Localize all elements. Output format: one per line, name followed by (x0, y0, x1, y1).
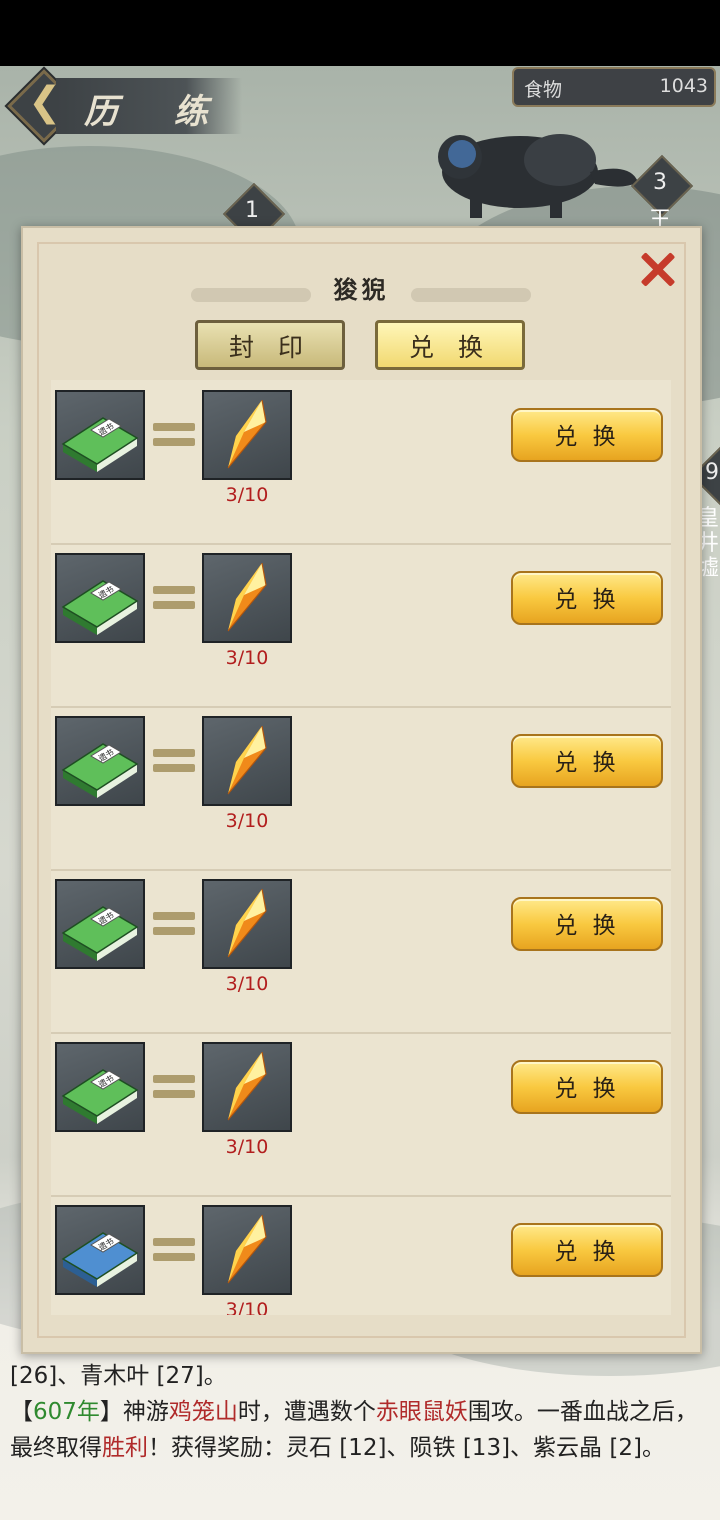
exchange-row: 遗书 3/10 兑 换 (51, 869, 671, 1034)
crystal-item-slot[interactable] (202, 553, 292, 643)
exchange-row: 遗书 3/10 兑 换 (51, 1032, 671, 1197)
dialog-title: 狻猊 (333, 275, 390, 304)
crystal-shard-icon (227, 562, 267, 632)
log-bracket: 【 (10, 1399, 33, 1425)
log-line: [26]、青木叶 [27]。 (10, 1363, 227, 1389)
exchange-button[interactable]: 兑 换 (511, 571, 663, 625)
item-count: 3/10 (225, 973, 269, 995)
item-count: 3/10 (225, 1136, 269, 1158)
close-button[interactable] (635, 248, 679, 292)
log-enemy: 赤眼鼠妖 (375, 1399, 468, 1425)
crystal-shard-icon (227, 1051, 267, 1121)
exchange-list[interactable]: 遗书 3/10 兑 换 遗书 3/10 兑 换 遗书 3/10 兑 换 遗书 3… (51, 380, 671, 1315)
status-bar (0, 0, 720, 66)
tab-exchange[interactable]: 兑 换 (375, 320, 525, 370)
log-text: 时，遭遇数个 (237, 1399, 376, 1425)
book-item-slot[interactable]: 遗书 (55, 1205, 145, 1295)
food-label: 食物 (524, 79, 563, 101)
book-item-slot[interactable]: 遗书 (55, 1042, 145, 1132)
book-icon: 遗书 (61, 1069, 139, 1124)
item-count: 3/10 (225, 647, 269, 669)
crystal-shard-icon (227, 725, 267, 795)
exchange-row: 遗书 3/10 兑 换 (51, 706, 671, 871)
map-node-1-number: 1 (245, 198, 259, 223)
crystal-item-slot[interactable] (202, 716, 292, 806)
crystal-shard-icon (227, 888, 267, 958)
book-icon: 遗书 (61, 906, 139, 961)
page-title: 历 练 (84, 92, 230, 132)
log-bracket: 】 (99, 1399, 123, 1425)
book-icon: 遗书 (61, 743, 139, 798)
equals-sign (153, 423, 195, 447)
book-icon: 遗书 (61, 1232, 139, 1287)
book-icon: 遗书 (61, 417, 139, 472)
book-item-slot[interactable]: 遗书 (55, 553, 145, 643)
equals-sign (153, 1075, 195, 1099)
item-count: 3/10 (225, 484, 269, 506)
crystal-item-slot[interactable] (202, 1205, 292, 1295)
exchange-button[interactable]: 兑 换 (511, 734, 663, 788)
exchange-button[interactable]: 兑 换 (511, 408, 663, 462)
crystal-item-slot[interactable] (202, 879, 292, 969)
log-place: 鸡笼山 (168, 1399, 238, 1425)
book-icon: 遗书 (61, 580, 139, 635)
log-result: 胜利 (102, 1435, 148, 1461)
book-item-slot[interactable]: 遗书 (55, 716, 145, 806)
crystal-item-slot[interactable] (202, 390, 292, 480)
item-count: 3/10 (225, 810, 269, 832)
equals-sign (153, 586, 195, 610)
exchange-button[interactable]: 兑 换 (511, 897, 663, 951)
tab-seal[interactable]: 封 印 (195, 320, 345, 370)
adventure-log: [26]、青木叶 [27]。 【607年】神游鸡笼山时，遭遇数个赤眼鼠妖围攻。一… (10, 1358, 715, 1466)
equals-sign (153, 749, 195, 773)
exchange-row: 遗书 3/10 兑 换 (51, 380, 671, 545)
equals-sign (153, 1238, 195, 1262)
book-item-slot[interactable]: 遗书 (55, 390, 145, 480)
map-node-3-number: 3 (653, 170, 667, 195)
crystal-shard-icon (227, 1214, 267, 1284)
crystal-item-slot[interactable] (202, 1042, 292, 1132)
monster-silhouette (438, 134, 638, 218)
log-entry: 【607年】神游鸡笼山时，遭遇数个赤眼鼠妖围攻。一番血战之后，最终取得胜利！获得… (10, 1394, 715, 1466)
food-counter: 食物 1043 (512, 67, 716, 107)
book-item-slot[interactable]: 遗书 (55, 879, 145, 969)
exchange-row: 遗书 3/10 兑 换 (51, 1195, 671, 1315)
exchange-button[interactable]: 兑 换 (511, 1060, 663, 1114)
exchange-row: 遗书 3/10 兑 换 (51, 543, 671, 708)
exchange-button[interactable]: 兑 换 (511, 1223, 663, 1277)
food-value: 1043 (659, 75, 708, 97)
log-year: 607年 (33, 1399, 100, 1425)
crystal-shard-icon (227, 399, 267, 469)
exchange-dialog: 狻猊 封 印 兑 换 遗书 3/10 兑 换 遗书 3/10 兑 换 遗书 3/… (21, 226, 702, 1354)
log-text: ！获得奖励：灵石 [12]、陨铁 [13]、紫云晶 [2]。 (148, 1435, 665, 1461)
log-text: 神游 (122, 1399, 169, 1425)
equals-sign (153, 912, 195, 936)
item-count: 3/10 (225, 1299, 269, 1315)
